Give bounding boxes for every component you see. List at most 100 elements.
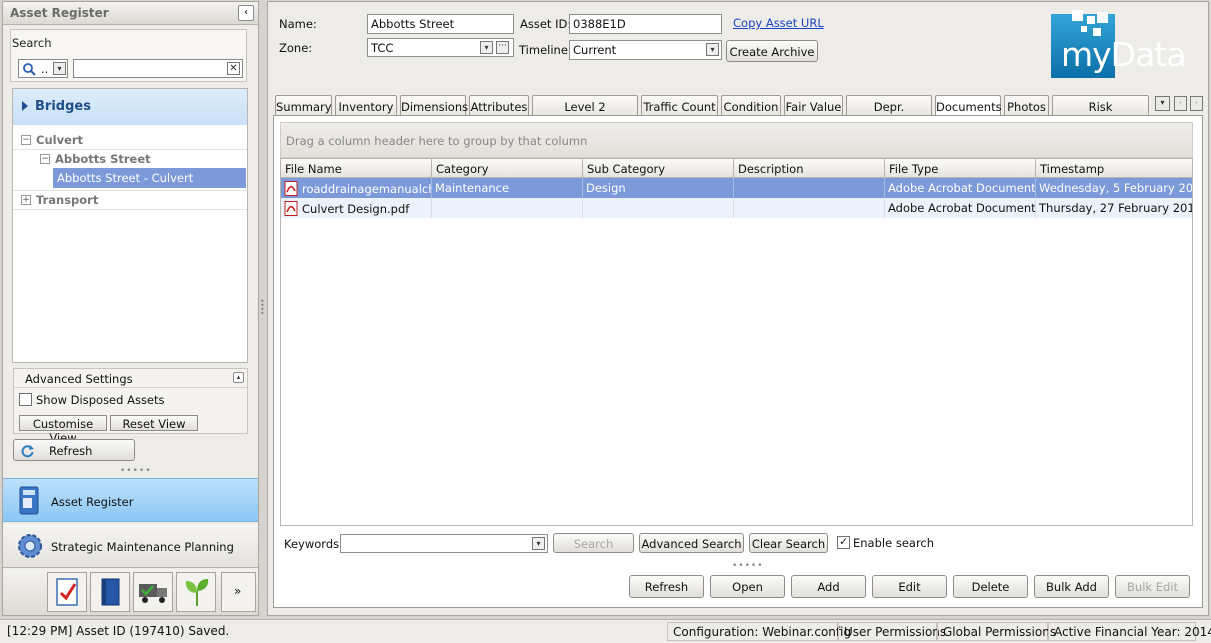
tree-item-culvert[interactable]: − Culvert [13, 130, 247, 150]
collapse-up-icon[interactable]: ▴ [233, 372, 244, 383]
book-shortcut[interactable] [90, 572, 130, 612]
table-row[interactable]: roaddrainagemanualch... Maintenance Desi… [281, 178, 1192, 198]
tree-item-selected[interactable]: Abbotts Street - Culvert [53, 168, 246, 188]
more-shortcuts-button[interactable]: » [221, 572, 256, 612]
keywords-label: Keywords: [284, 537, 343, 551]
create-archive-button[interactable]: Create Archive [726, 40, 818, 62]
splitter-grip[interactable]: ••••• [120, 466, 152, 476]
name-field[interactable]: Abbotts Street [367, 14, 514, 34]
resize-grip-icon[interactable]: ⋰ [1198, 626, 1206, 634]
clear-search-icon[interactable]: ✕ [227, 62, 240, 75]
clear-search-button[interactable]: Clear Search [749, 533, 828, 553]
column-header-description[interactable]: Description [734, 159, 885, 178]
checklist-shortcut[interactable] [47, 572, 87, 612]
panel-title: Asset Register ‹ [3, 2, 258, 25]
tab-scroll-right[interactable]: › [1190, 96, 1203, 111]
nav-asset-register[interactable]: Asset Register [3, 478, 258, 522]
cell-category: Maintenance [432, 178, 583, 198]
tab-fair-value[interactable]: Fair Value [784, 95, 843, 116]
advanced-settings-title: Advanced Settings [25, 372, 133, 386]
collapse-box-icon[interactable]: − [40, 154, 50, 164]
bulk-add-button[interactable]: Bulk Add [1034, 575, 1109, 598]
tab-inventory[interactable]: Inventory [335, 95, 397, 116]
reset-view-button[interactable]: Reset View [110, 415, 198, 431]
expand-triangle-icon [22, 101, 28, 111]
copy-asset-url-link[interactable]: Copy Asset URL [733, 16, 824, 30]
nav-smp-label: Strategic Maintenance Planning [51, 540, 234, 554]
customise-view-button[interactable]: Customise View [19, 415, 107, 445]
column-header-file-name[interactable]: File Name [281, 159, 432, 178]
sprout-shortcut[interactable] [176, 572, 216, 612]
tab-condition[interactable]: Condition [721, 95, 781, 116]
zone-select[interactable]: TCC ▾ ··· [367, 38, 514, 57]
cell-timestamp: Wednesday, 5 February 201... [1039, 181, 1192, 195]
show-disposed-checkbox[interactable] [19, 393, 32, 406]
tab-risk-management[interactable]: Risk Management [1052, 95, 1149, 128]
chevron-down-icon[interactable]: ▾ [532, 537, 545, 550]
tree-group-bridges[interactable]: Bridges [13, 89, 247, 125]
vertical-splitter-grip[interactable]: • • • • [260, 298, 265, 318]
splitter-grip[interactable]: ••••• [732, 561, 764, 571]
status-user-permissions[interactable]: User Permissions [838, 622, 946, 641]
chevron-down-icon[interactable]: ▾ [480, 41, 493, 54]
tab-scroll-left[interactable]: ‹ [1174, 96, 1187, 111]
tab-depr-schedule[interactable]: Depr. Schedule [846, 95, 932, 128]
zone-value: TCC [371, 41, 394, 55]
status-financial-year: Active Financial Year: 2014 [1048, 622, 1211, 641]
status-global-permissions[interactable]: Global Permissions [937, 622, 1056, 641]
book-icon [101, 578, 120, 606]
asset-id-field[interactable]: 0388E1D [569, 14, 722, 34]
tree-item-abbotts-street[interactable]: − Abbotts Street [33, 150, 247, 170]
cell-timestamp: Thursday, 27 February 2014... [1039, 201, 1192, 215]
magnifier-icon [23, 63, 36, 76]
tab-summary[interactable]: Summary [275, 95, 332, 116]
add-button[interactable]: Add [791, 575, 866, 598]
group-by-area[interactable]: Drag a column header here to group by th… [280, 122, 1193, 158]
tab-traffic-count[interactable]: Traffic Count [641, 95, 718, 116]
tab-level-2-assessment[interactable]: Level 2 Assessment [532, 95, 638, 128]
gear-icon [18, 534, 42, 558]
search-type-value: .. [41, 62, 49, 76]
search-input[interactable]: ✕ [73, 59, 243, 78]
advanced-settings-panel: Advanced Settings ▴ Show Disposed Assets… [13, 368, 248, 445]
search-button[interactable]: Search [553, 533, 634, 553]
table-row[interactable]: Culvert Design.pdf Adobe Acrobat Documen… [281, 198, 1192, 218]
column-header-timestamp[interactable]: Timestamp [1036, 159, 1192, 178]
column-header-category[interactable]: Category [432, 159, 583, 178]
tab-attributes[interactable]: Attributes [469, 95, 529, 116]
chevron-down-icon: ▾ [53, 62, 66, 75]
bulk-edit-button[interactable]: Bulk Edit [1115, 575, 1190, 598]
tab-documents[interactable]: Documents [935, 95, 1002, 117]
cell-sub-category: Design [583, 178, 734, 198]
documents-grid: File Name Category Sub Category Descript… [280, 158, 1193, 526]
pdf-file-icon [284, 201, 298, 216]
timeline-value: Current [573, 43, 617, 57]
asset-id-label: Asset ID: [520, 17, 572, 31]
refresh-button[interactable]: Refresh [629, 575, 704, 598]
checklist-icon [56, 578, 78, 606]
edit-button[interactable]: Edit [872, 575, 947, 598]
column-header-file-type[interactable]: File Type [885, 159, 1036, 178]
tab-list-dropdown[interactable]: ▾ [1155, 96, 1170, 111]
tab-dimensions[interactable]: Dimensions [400, 95, 468, 116]
collapse-panel-button[interactable]: ‹ [238, 5, 254, 21]
keywords-input[interactable]: ▾ [340, 534, 548, 553]
delete-button[interactable]: Delete [953, 575, 1028, 598]
enable-search-checkbox[interactable]: ✓ [837, 535, 850, 549]
chevron-down-icon[interactable]: ▾ [706, 43, 719, 56]
open-button[interactable]: Open [710, 575, 785, 598]
nav-strategic-maintenance-planning[interactable]: Strategic Maintenance Planning [3, 524, 258, 568]
advanced-search-button[interactable]: Advanced Search [639, 533, 744, 553]
advanced-settings-header[interactable]: Advanced Settings ▴ [14, 369, 247, 388]
timeline-select[interactable]: Current ▾ [569, 40, 722, 60]
ellipsis-icon[interactable]: ··· [496, 41, 509, 54]
tree-item-transport[interactable]: + Transport [13, 190, 247, 210]
search-type-select[interactable]: .. ▾ [18, 59, 68, 78]
tab-photos[interactable]: Photos [1004, 95, 1049, 116]
refresh-tree-button[interactable]: Refresh [13, 439, 135, 461]
column-header-sub-category[interactable]: Sub Category [583, 159, 734, 178]
status-message: [12:29 PM] Asset ID (197410) Saved. [7, 624, 230, 638]
expand-box-icon[interactable]: + [21, 195, 31, 205]
truck-shortcut[interactable] [133, 572, 173, 612]
collapse-box-icon[interactable]: − [21, 135, 31, 145]
